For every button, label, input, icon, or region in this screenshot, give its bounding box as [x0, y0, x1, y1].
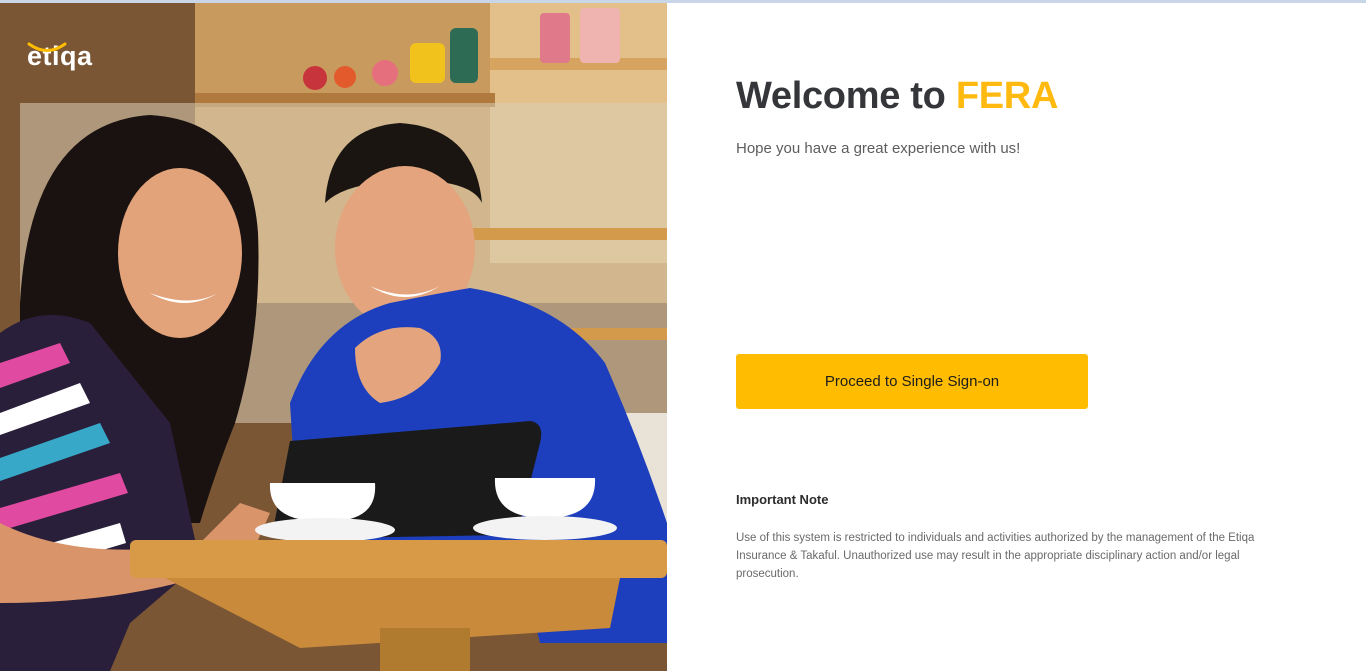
product-name: FERA [955, 75, 1059, 117]
important-note-body: Use of this system is restricted to indi… [736, 532, 1255, 580]
important-note-heading: Important Note [736, 492, 829, 507]
hero-image: etiqa [0, 3, 667, 671]
login-panel: Welcome to FERA Hope you have a great ex… [667, 3, 1366, 671]
logo-smile-icon [27, 42, 67, 52]
welcome-prefix: Welcome to [736, 75, 946, 117]
single-sign-on-button[interactable]: Proceed to Single Sign-on [736, 354, 1088, 409]
page-title: Welcome to FERA [736, 75, 1058, 118]
hero-photo-illustration [0, 3, 667, 671]
welcome-subtitle: Hope you have a great experience with us… [736, 140, 1021, 157]
etiqa-logo: etiqa [27, 41, 117, 85]
